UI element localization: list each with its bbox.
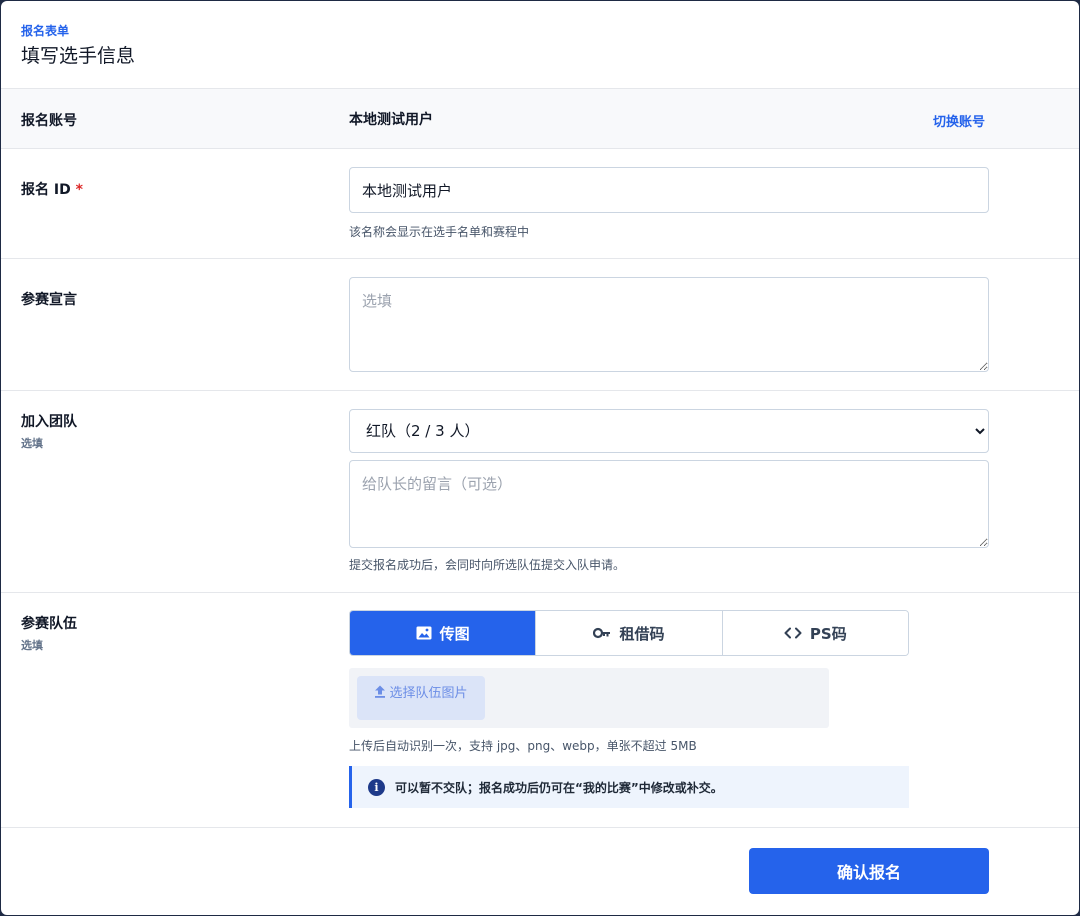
squad-label: 参赛队伍 (21, 616, 77, 632)
account-row: 报名账号 本地测试用户 切换账号 (1, 89, 1079, 149)
registration-id-input[interactable] (349, 167, 989, 213)
declaration-row: 参赛宣言 (1, 259, 1079, 391)
code-icon (784, 627, 802, 639)
registration-id-label-text: 报名 ID (21, 182, 71, 198)
squad-optional-label: 选填 (21, 639, 43, 652)
team-optional-label: 选填 (21, 437, 43, 450)
registration-id-row: 报名 ID * 该名称会显示在选手名单和赛程中 (1, 149, 1079, 259)
image-icon (416, 626, 432, 640)
form-header: 报名表单 填写选手信息 (1, 1, 1079, 89)
account-label: 报名账号 (21, 113, 77, 129)
required-mark: * (75, 182, 83, 198)
switch-account-link[interactable]: 切换账号 (933, 111, 985, 130)
choose-team-image-label: 选择队伍图片 (389, 686, 468, 701)
tab-rental-code-label: 租借码 (619, 624, 665, 643)
team-message-textarea[interactable] (349, 460, 989, 548)
team-label: 加入团队 (21, 414, 77, 430)
info-notice-text: 可以暂不交队；报名成功后仍可在“我的比赛”中修改或补交。 (395, 780, 723, 795)
page-title: 填写选手信息 (21, 45, 136, 67)
registration-id-label: 报名 ID * (21, 179, 83, 199)
confirm-registration-button[interactable]: 确认报名 (749, 848, 989, 894)
form-kicker: 报名表单 (21, 24, 70, 38)
squad-row: 参赛队伍 选填 传图 租借码 PS码 选择队伍图片 上传后自动识别一次，支持 j… (1, 593, 1079, 828)
team-select[interactable]: 红队（2 / 3 人） (349, 409, 989, 453)
tab-upload-image[interactable]: 传图 (350, 611, 537, 655)
tab-ps-code-label: PS码 (809, 624, 847, 643)
upload-dropzone: 选择队伍图片 (349, 668, 829, 728)
team-hint: 提交报名成功后，会同时向所选队伍提交入队申请。 (349, 558, 626, 572)
key-icon (593, 627, 611, 639)
upload-icon (375, 685, 386, 698)
account-value: 本地测试用户 (349, 112, 433, 128)
tab-upload-image-label: 传图 (439, 624, 470, 643)
team-row: 加入团队 选填 红队（2 / 3 人） 提交报名成功后，会同时向所选队伍提交入队… (1, 391, 1079, 593)
upload-hint: 上传后自动识别一次，支持 jpg、png、webp，单张不超过 5MB (349, 739, 697, 753)
declaration-textarea[interactable] (349, 277, 989, 372)
form-footer: 确认报名 (1, 828, 1079, 915)
declaration-label: 参赛宣言 (21, 292, 77, 308)
info-icon: i (368, 778, 385, 796)
registration-form-card: 报名表单 填写选手信息 报名账号 本地测试用户 切换账号 报名 ID * 该名称… (1, 1, 1079, 915)
squad-input-mode-tabs: 传图 租借码 PS码 (349, 610, 909, 656)
info-notice: i 可以暂不交队；报名成功后仍可在“我的比赛”中修改或补交。 (349, 766, 909, 808)
choose-team-image-button[interactable]: 选择队伍图片 (357, 676, 485, 720)
tab-ps-code[interactable]: PS码 (722, 611, 908, 655)
tab-rental-code[interactable]: 租借码 (536, 611, 723, 655)
registration-id-hint: 该名称会显示在选手名单和赛程中 (349, 225, 530, 239)
